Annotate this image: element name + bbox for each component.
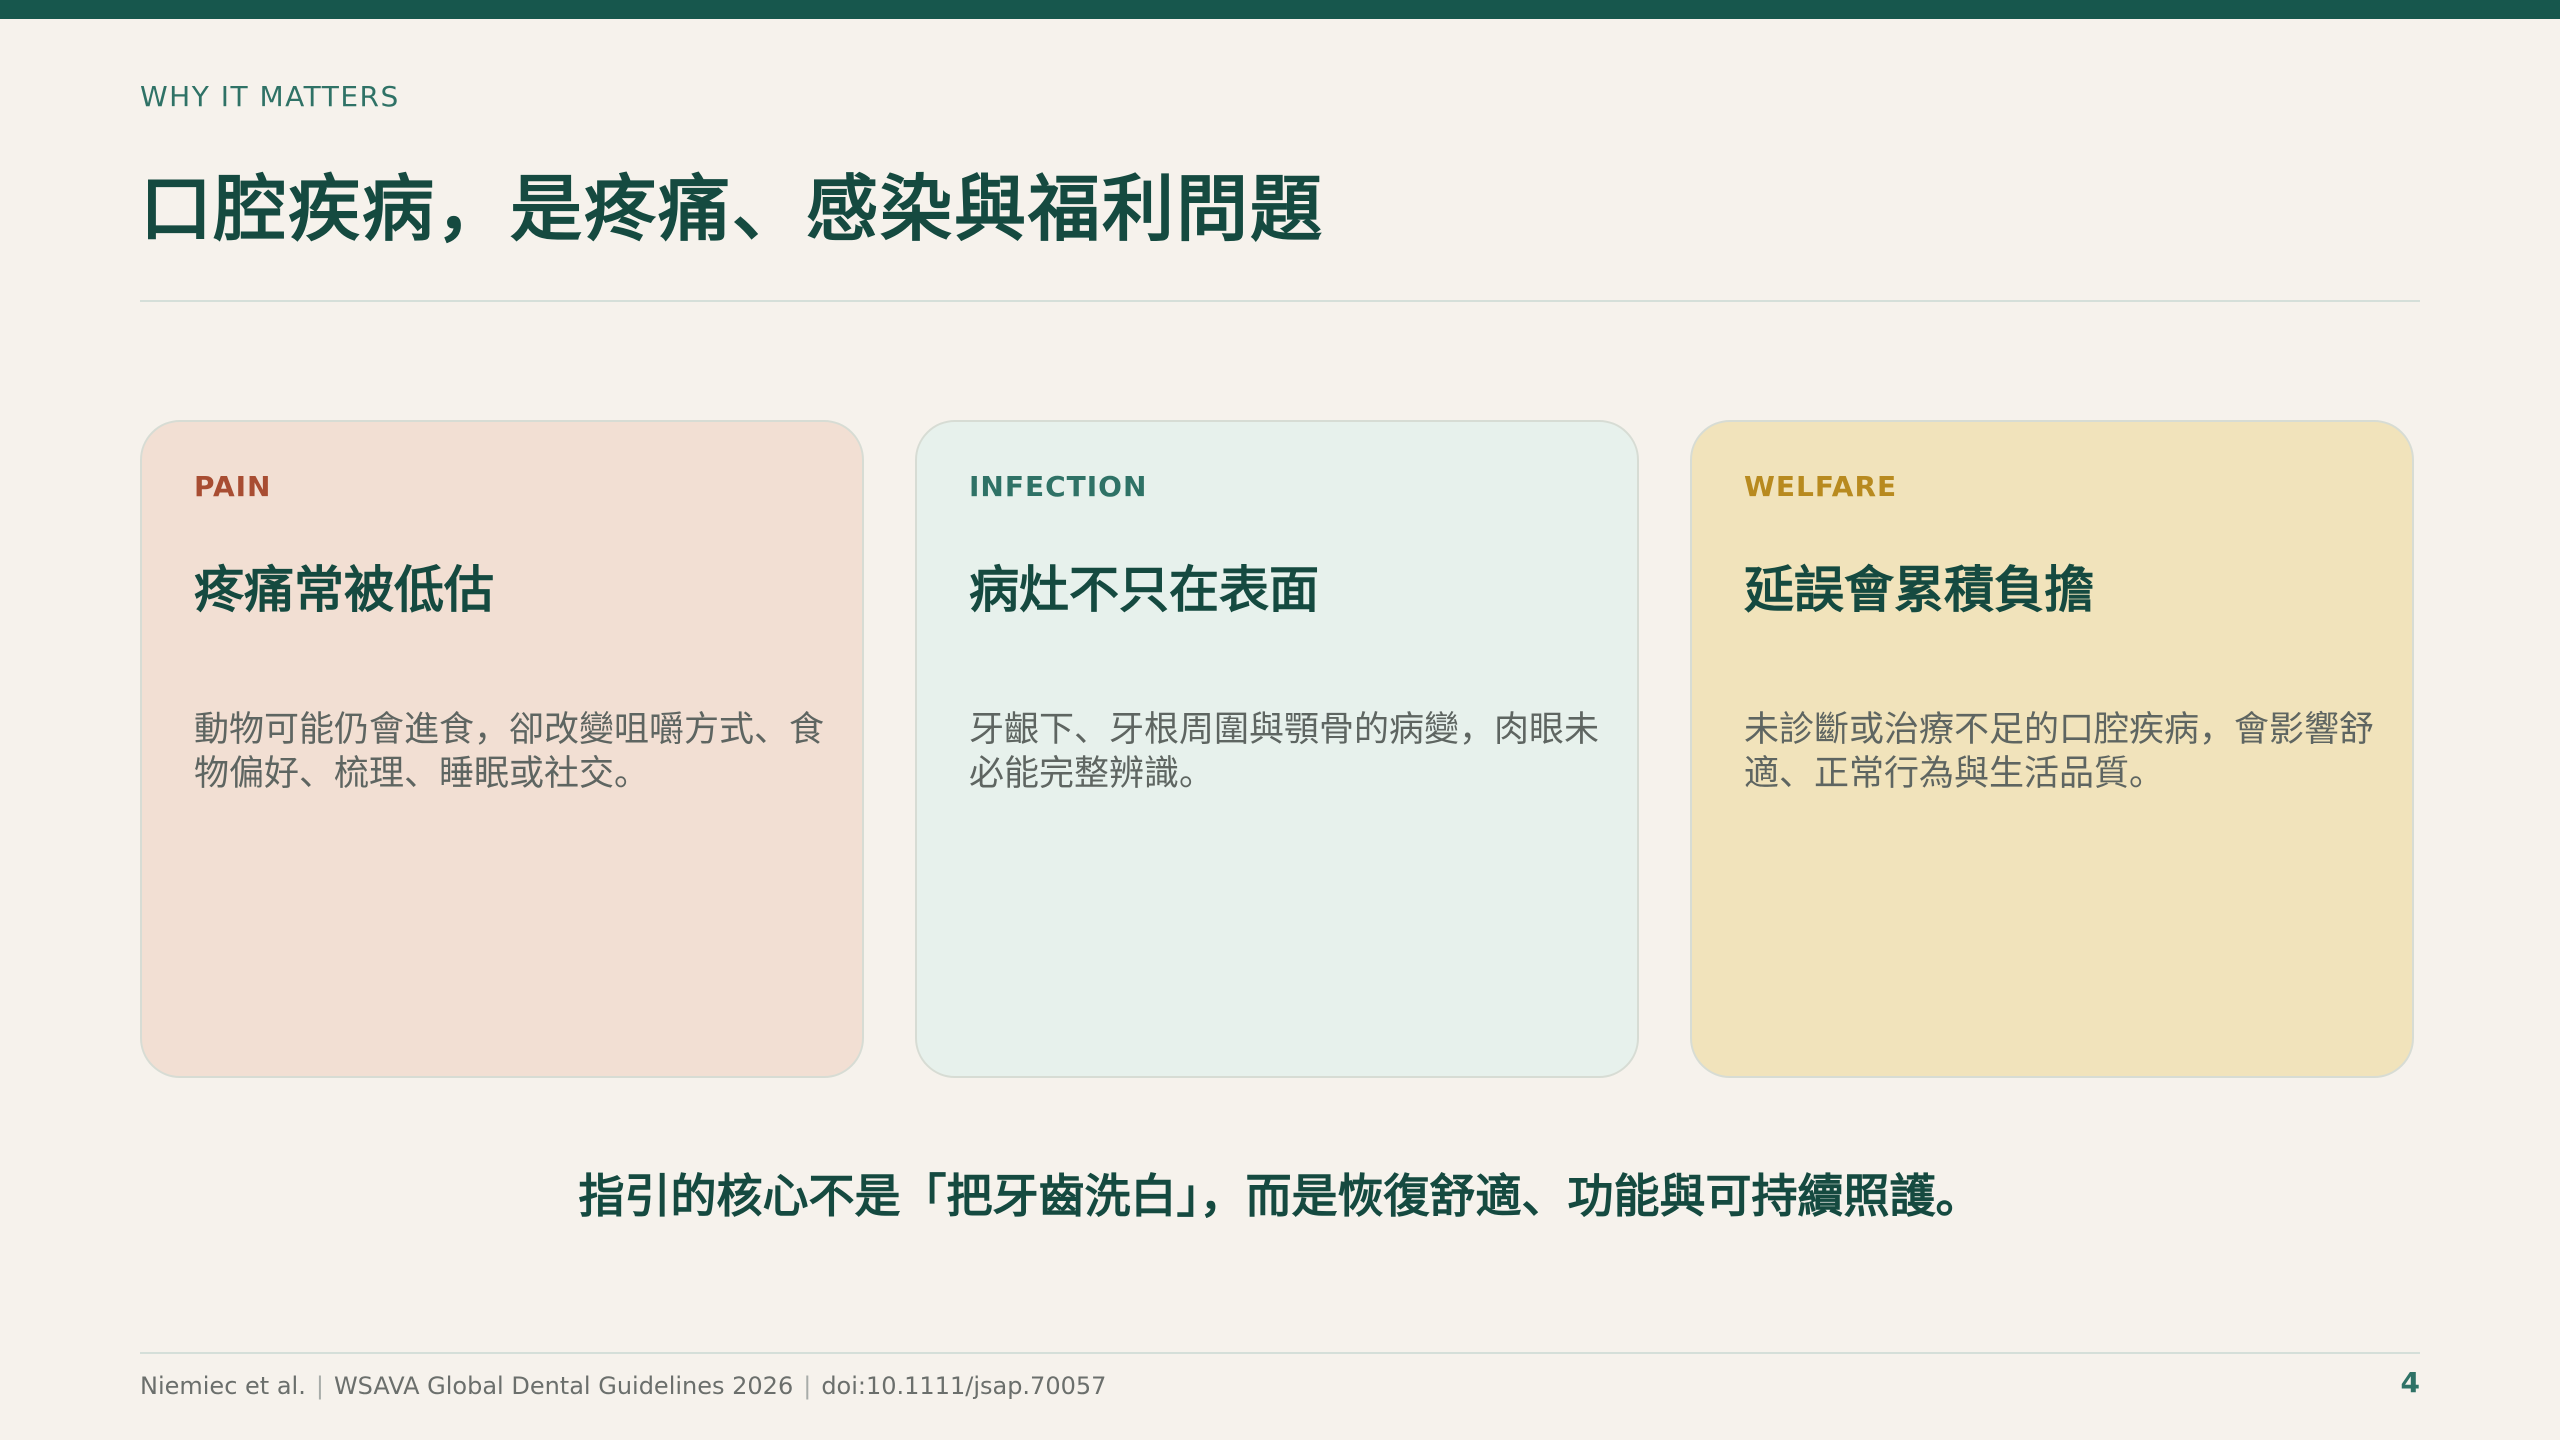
card-tag: INFECTION [969, 470, 1148, 503]
citation-authors: Niemiec et al. [140, 1372, 306, 1400]
card-body: 動物可能仍會進食，卻改變咀嚼方式、食物偏好、梳理、睡眠或社交。 [194, 710, 825, 794]
card-welfare: WELFARE 延誤會累積負擔 未診斷或治療不足的口腔疾病，會影響舒適、正常行為… [1690, 420, 2414, 1078]
card-heading: 疼痛常被低估 [194, 561, 494, 619]
footer-divider [140, 1352, 2420, 1354]
footer-citation: Niemiec et al. | WSAVA Global Dental Guide… [140, 1372, 1106, 1400]
citation-separator: | [803, 1372, 812, 1400]
slide-title: 口腔疾病，是疼痛、感染與福利問題 [140, 167, 1325, 251]
citation-separator: | [315, 1372, 324, 1400]
top-accent-bar [0, 0, 2560, 19]
card-infection: INFECTION 病灶不只在表面 牙齦下、牙根周圍與顎骨的病變，肉眼未必能完整… [915, 420, 1639, 1078]
citation-source: WSAVA Global Dental Guidelines 2026 [333, 1372, 794, 1400]
card-tag: PAIN [194, 470, 272, 503]
key-takeaway: 指引的核心不是「把牙齒洗白」，而是恢復舒適、功能與可持續照護。 [578, 1169, 1982, 1223]
card-body: 牙齦下、牙根周圍與顎骨的病變，肉眼未必能完整辨識。 [969, 710, 1600, 794]
title-divider [140, 300, 2420, 302]
card-pain: PAIN 疼痛常被低估 動物可能仍會進食，卻改變咀嚼方式、食物偏好、梳理、睡眠或… [140, 420, 864, 1078]
card-heading: 病灶不只在表面 [969, 561, 1319, 619]
card-heading: 延誤會累積負擔 [1744, 561, 2094, 619]
card-tag: WELFARE [1744, 470, 1898, 503]
citation-doi: doi:10.1111/jsap.70057 [821, 1372, 1107, 1400]
card-body: 未診斷或治療不足的口腔疾病，會影響舒適、正常行為與生活品質。 [1744, 710, 2375, 794]
section-eyebrow: WHY IT MATTERS [140, 80, 400, 113]
page-number: 4 [2400, 1366, 2420, 1399]
